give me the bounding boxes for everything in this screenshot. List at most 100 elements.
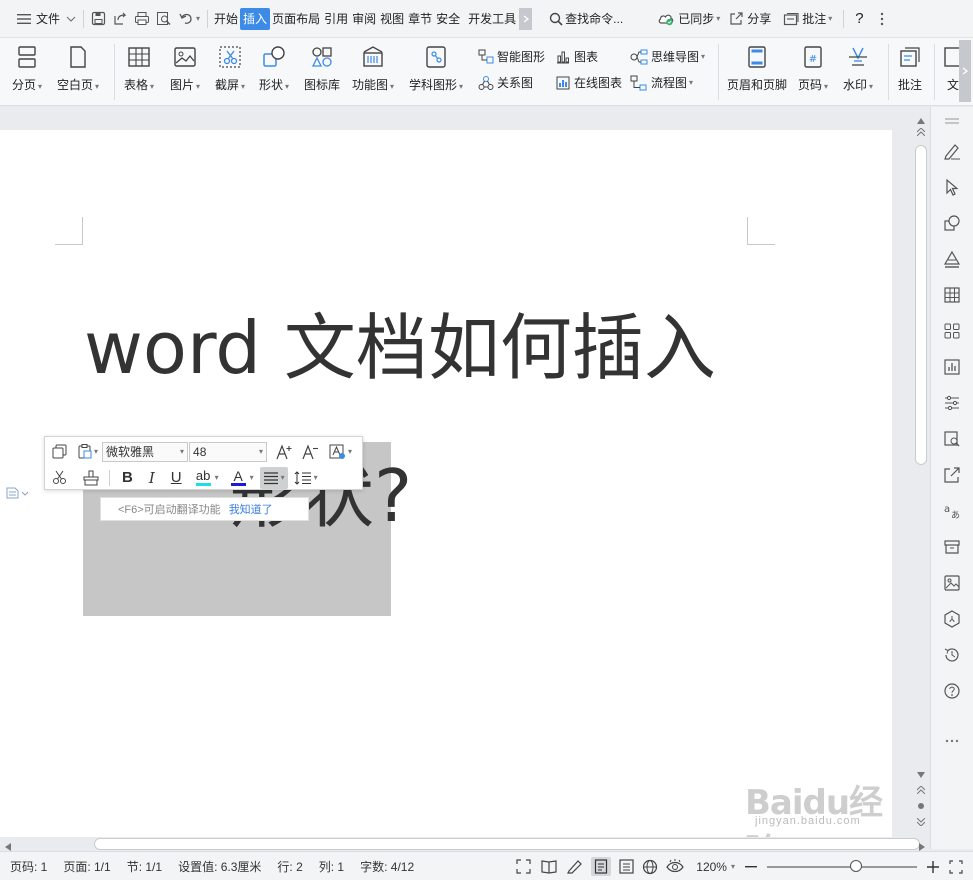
chevron-down-icon[interactable]: ▾ [215, 473, 219, 482]
picture-panel-icon[interactable] [942, 573, 962, 593]
ribbon-scroll-right-button[interactable] [959, 40, 971, 102]
help-button[interactable]: ? [852, 7, 866, 31]
save-icon[interactable] [88, 7, 109, 31]
chevron-down-icon[interactable]: ▾ [731, 862, 735, 871]
format-painter-icon[interactable] [81, 467, 101, 489]
smart-art-button[interactable]: 智能图形 [478, 48, 545, 65]
table-button[interactable]: 表格 ▾ [124, 44, 154, 93]
line-spacing-icon[interactable]: ▾ [292, 467, 320, 489]
document-title-line-1[interactable]: word 文档如何插入 [84, 312, 716, 384]
copy-icon[interactable] [50, 441, 69, 463]
history-icon[interactable] [942, 645, 962, 665]
relation-chart-button[interactable]: 关系图 [478, 74, 533, 91]
dismiss-tip-link[interactable]: 我知道了 [229, 501, 273, 517]
zoom-in-icon[interactable] [927, 860, 939, 873]
chevron-down-icon[interactable]: ▾ [250, 473, 254, 482]
zoom-slider[interactable] [767, 859, 917, 872]
chart-panel-icon[interactable] [942, 357, 962, 377]
translate-icon[interactable]: aあ [942, 501, 962, 521]
comment-menu[interactable]: 批注 ▾ [780, 7, 835, 31]
watermark-button[interactable]: 水印 ▾ [843, 44, 873, 93]
increase-font-size-icon[interactable] [273, 441, 295, 463]
decrease-font-size-icon[interactable] [299, 441, 321, 463]
shape-button[interactable]: 形状 ▾ [259, 44, 289, 93]
subject-chart-button[interactable]: 学科图形 ▾ [409, 44, 463, 93]
undo-icon[interactable]: ▾ [175, 7, 203, 31]
more-options-icon[interactable] [877, 7, 887, 31]
fill-style-icon[interactable] [942, 249, 962, 269]
tab-review[interactable]: 审阅 [350, 8, 378, 30]
tab-chapter[interactable]: 章节 [406, 8, 434, 30]
vertical-scroll-thumb[interactable] [915, 145, 927, 465]
font-size-select[interactable]: 48 ▾ [189, 441, 268, 462]
underline-button[interactable]: U [169, 467, 184, 489]
tab-security[interactable]: 安全 [434, 8, 462, 30]
status-row[interactable]: 行: 2 [277, 858, 302, 875]
status-column[interactable]: 列: 1 [319, 858, 344, 875]
command-search[interactable]: 查找命令... [546, 7, 626, 31]
text-effect-icon[interactable]: ▾ [327, 441, 354, 463]
status-section[interactable]: 节: 1/1 [127, 858, 162, 875]
archive-icon[interactable] [942, 537, 962, 557]
print-icon[interactable] [131, 7, 153, 31]
bold-button[interactable]: B [120, 467, 135, 489]
settings-sliders-icon[interactable] [942, 393, 962, 413]
table-style-icon[interactable] [942, 285, 962, 305]
italic-button[interactable]: I [147, 467, 157, 489]
prev-page-icon[interactable] [916, 125, 926, 139]
vertical-scrollbar[interactable] [912, 107, 930, 837]
print-preview-icon[interactable] [153, 7, 175, 31]
file-menu[interactable]: 文件 [14, 7, 79, 31]
document-protect-icon[interactable] [942, 609, 962, 629]
sidebar-collapse-icon[interactable] [942, 111, 962, 131]
zoom-out-icon[interactable] [745, 865, 757, 868]
chart-button[interactable]: 图表 [555, 48, 598, 65]
reading-mode-icon[interactable] [541, 859, 557, 874]
more-horizontal-icon[interactable] [942, 731, 962, 751]
tab-view[interactable]: 视图 [378, 8, 406, 30]
fit-window-icon[interactable] [949, 859, 963, 874]
tab-page-layout[interactable]: 页面布局 [270, 8, 322, 30]
export-icon[interactable] [109, 7, 131, 31]
tab-home[interactable]: 开始 [212, 8, 240, 30]
zoom-level[interactable]: 120% [696, 860, 727, 874]
prev-page-icon[interactable] [916, 783, 926, 797]
cursor-icon[interactable] [942, 177, 962, 197]
image-search-icon[interactable] [942, 429, 962, 449]
horizontal-scrollbar[interactable] [0, 837, 930, 851]
paragraph-layout-icon[interactable] [6, 487, 28, 499]
screenshot-button[interactable]: 截屏 ▾ [215, 44, 245, 93]
sync-status[interactable]: 已同步 ▾ [654, 7, 723, 31]
paste-icon[interactable]: ▾ [75, 441, 100, 463]
pen-icon[interactable] [942, 141, 962, 161]
export-share-icon[interactable] [942, 465, 962, 485]
font-color-button[interactable]: A [229, 467, 248, 489]
next-page-icon[interactable] [916, 815, 926, 829]
insert-comment-button[interactable]: 批注 [897, 44, 923, 93]
edit-mode-icon[interactable] [567, 859, 583, 874]
scroll-down-icon[interactable] [917, 767, 925, 781]
status-page-number[interactable]: 页码: 1 [10, 858, 47, 875]
status-pages[interactable]: 页面: 1/1 [63, 858, 110, 875]
help-circle-icon[interactable] [942, 681, 962, 701]
horizontal-scroll-thumb[interactable] [94, 838, 920, 850]
select-browse-object-icon[interactable] [917, 799, 925, 813]
header-footer-button[interactable]: 页眉和页脚 [727, 44, 787, 93]
status-word-count[interactable]: 字数: 4/12 [360, 858, 414, 875]
align-button[interactable]: ▾ [259, 466, 288, 489]
online-chart-button[interactable]: 在线图表 [555, 74, 622, 91]
page-view-icon[interactable] [591, 857, 612, 876]
zoom-slider-knob[interactable] [849, 859, 862, 872]
page-number-button[interactable]: # 页码 ▾ [798, 44, 828, 93]
picture-button[interactable]: 图片 ▾ [170, 44, 200, 93]
tab-developer[interactable]: 开发工具 [466, 8, 518, 30]
icon-library-button[interactable]: 图标库 [304, 44, 340, 93]
app-grid-icon[interactable] [942, 321, 962, 341]
highlight-button[interactable]: ab [194, 467, 213, 489]
eye-protection-icon[interactable] [666, 859, 685, 874]
outline-view-icon[interactable] [619, 859, 634, 874]
blank-page-button[interactable]: 空白页 ▾ [57, 44, 99, 93]
share-button[interactable]: 分享 [726, 7, 774, 31]
flow-chart-button[interactable]: 流程图 ▾ [630, 74, 693, 91]
tabs-scroll-right-button[interactable] [519, 7, 533, 30]
